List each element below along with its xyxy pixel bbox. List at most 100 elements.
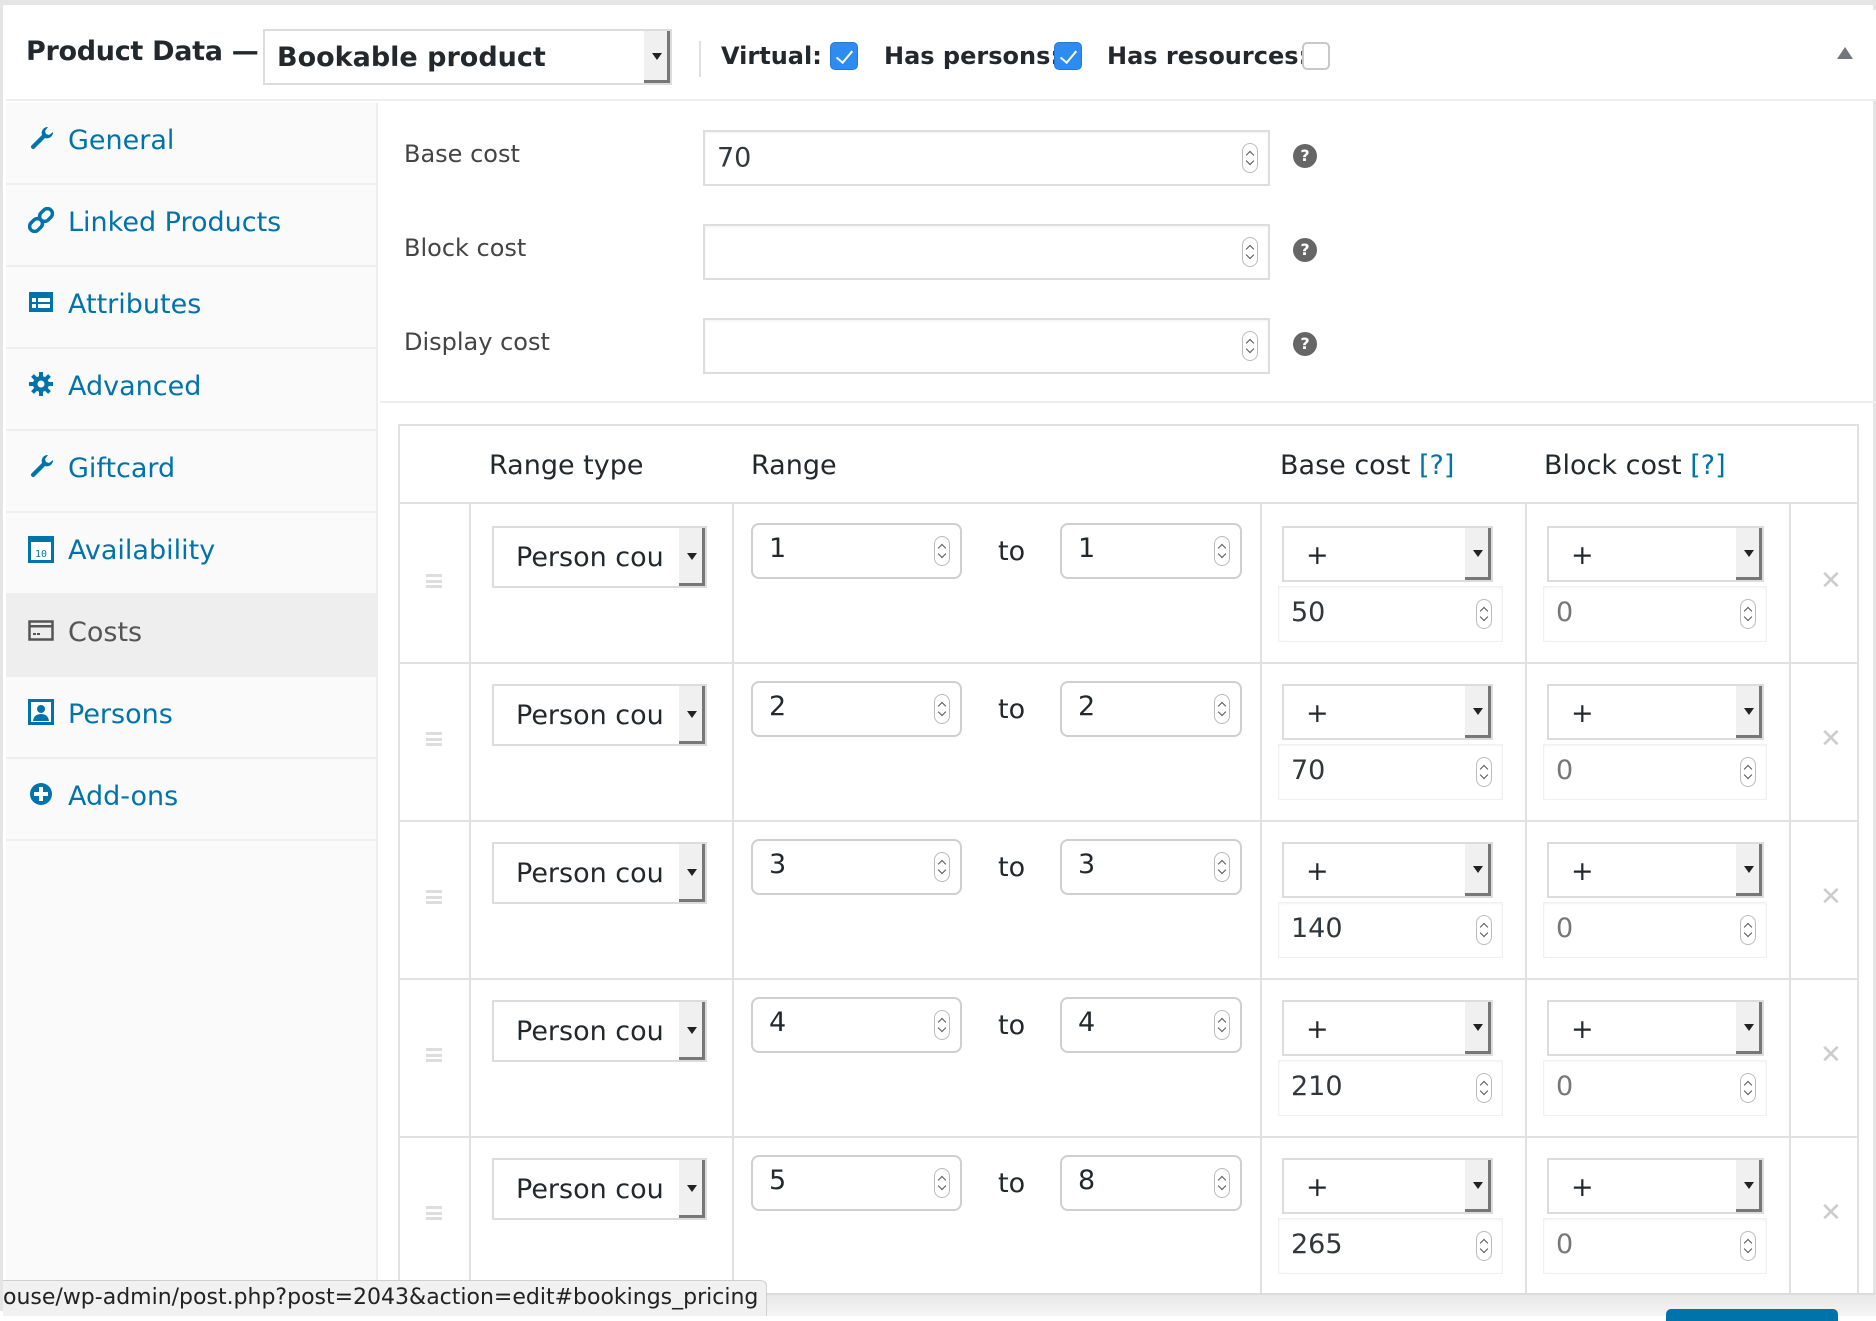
number-spinner[interactable] [1476, 757, 1492, 787]
number-spinner[interactable] [1740, 757, 1756, 787]
collapse-toggle-icon[interactable] [1837, 47, 1853, 59]
drag-handle-icon[interactable] [426, 890, 442, 904]
row-base-cost-input[interactable]: 70 [1278, 744, 1503, 800]
block-cost-modifier-select[interactable]: + [1547, 1000, 1764, 1056]
row-base-cost-input[interactable]: 210 [1278, 1060, 1503, 1116]
drag-handle-icon[interactable] [426, 732, 442, 746]
sidebar-item-availability[interactable]: 10 Availability [6, 513, 378, 595]
block-cost-modifier-select[interactable]: + [1547, 526, 1764, 582]
number-spinner[interactable] [1214, 1168, 1230, 1198]
header-block-cost-label: Block cost [1544, 450, 1682, 481]
block-cost-help-link[interactable]: [?] [1690, 450, 1725, 481]
range-to-value: 4 [1078, 1007, 1096, 1038]
range-to-input[interactable]: 1 [1060, 523, 1242, 579]
range-type-select[interactable]: Person cou [492, 526, 707, 588]
sidebar-item-label: Giftcard [68, 453, 176, 484]
sidebar-item-linked-products[interactable]: Linked Products [6, 185, 378, 267]
range-type-select[interactable]: Person cou [492, 842, 707, 904]
row-base-cost-input[interactable]: 265 [1278, 1218, 1503, 1274]
delete-row-icon[interactable]: ✕ [1820, 566, 1842, 596]
number-spinner[interactable] [1476, 1231, 1492, 1261]
delete-row-icon[interactable]: ✕ [1820, 882, 1842, 912]
number-spinner[interactable] [934, 694, 950, 724]
number-spinner[interactable] [1740, 1073, 1756, 1103]
help-icon[interactable]: ? [1293, 238, 1317, 262]
virtual-checkbox[interactable] [830, 42, 858, 70]
range-to-label: to [998, 852, 1026, 883]
sidebar-item-label: Advanced [68, 371, 202, 402]
block-cost-modifier-select[interactable]: + [1547, 684, 1764, 740]
row-block-cost-input[interactable]: 0 [1543, 1060, 1767, 1116]
number-spinner[interactable] [1476, 1073, 1492, 1103]
number-spinner[interactable] [934, 1168, 950, 1198]
row-block-cost-input[interactable]: 0 [1543, 1218, 1767, 1274]
range-to-input[interactable]: 2 [1060, 681, 1242, 737]
number-spinner[interactable] [934, 536, 950, 566]
base-cost-modifier-select[interactable]: + [1282, 1158, 1493, 1214]
base-cost-modifier-select[interactable]: + [1282, 1000, 1493, 1056]
base-cost-modifier-select[interactable]: + [1282, 526, 1493, 582]
drag-handle-icon[interactable] [426, 1206, 442, 1220]
row-block-cost-input[interactable]: 0 [1543, 586, 1767, 642]
sidebar-item-advanced[interactable]: Advanced [6, 349, 378, 431]
chevron-down-icon [1736, 1002, 1762, 1054]
sidebar-item-attributes[interactable]: Attributes [6, 267, 378, 349]
sidebar-item-add-ons[interactable]: Add-ons [6, 759, 378, 841]
range-type-select[interactable]: Person cou [492, 1000, 707, 1062]
base-cost-modifier-select[interactable]: + [1282, 842, 1493, 898]
number-spinner[interactable] [1214, 694, 1230, 724]
number-spinner[interactable] [1740, 599, 1756, 629]
product-type-select[interactable]: Bookable product [263, 29, 672, 85]
section-divider [380, 401, 1876, 403]
row-base-cost-input[interactable]: 50 [1278, 586, 1503, 642]
delete-row-icon[interactable]: ✕ [1820, 1040, 1842, 1070]
number-spinner[interactable] [1242, 143, 1258, 173]
number-spinner[interactable] [1242, 237, 1258, 267]
has-resources-checkbox[interactable] [1302, 42, 1330, 70]
range-to-input[interactable]: 3 [1060, 839, 1242, 895]
range-from-input[interactable]: 3 [751, 839, 962, 895]
delete-row-icon[interactable]: ✕ [1820, 724, 1842, 754]
range-to-label: to [998, 1168, 1026, 1199]
display-cost-input[interactable] [703, 318, 1270, 374]
help-icon[interactable]: ? [1293, 144, 1317, 168]
base-cost-value: 70 [717, 142, 752, 174]
range-type-select[interactable]: Person cou [492, 1158, 707, 1220]
number-spinner[interactable] [1214, 536, 1230, 566]
range-from-input[interactable]: 4 [751, 997, 962, 1053]
range-from-input[interactable]: 2 [751, 681, 962, 737]
help-icon[interactable]: ? [1293, 332, 1317, 356]
range-from-input[interactable]: 1 [751, 523, 962, 579]
drag-handle-icon[interactable] [426, 574, 442, 588]
row-block-cost-input[interactable]: 0 [1543, 902, 1767, 958]
base-cost-modifier-select[interactable]: + [1282, 684, 1493, 740]
number-spinner[interactable] [1740, 1231, 1756, 1261]
number-spinner[interactable] [1242, 331, 1258, 361]
number-spinner[interactable] [1476, 915, 1492, 945]
range-to-input[interactable]: 8 [1060, 1155, 1242, 1211]
row-base-cost-input[interactable]: 140 [1278, 902, 1503, 958]
block-cost-modifier-select[interactable]: + [1547, 842, 1764, 898]
number-spinner[interactable] [934, 1010, 950, 1040]
delete-row-icon[interactable]: ✕ [1820, 1198, 1842, 1228]
base-cost-help-link[interactable]: [?] [1419, 450, 1454, 481]
range-to-input[interactable]: 4 [1060, 997, 1242, 1053]
base-cost-input[interactable]: 70 [703, 130, 1270, 186]
number-spinner[interactable] [1476, 599, 1492, 629]
number-spinner[interactable] [1214, 1010, 1230, 1040]
number-spinner[interactable] [934, 852, 950, 882]
row-block-cost-input[interactable]: 0 [1543, 744, 1767, 800]
block-cost-modifier-select[interactable]: + [1547, 1158, 1764, 1214]
number-spinner[interactable] [1740, 915, 1756, 945]
sidebar-item-giftcard[interactable]: Giftcard [6, 431, 378, 513]
sidebar-item-costs[interactable]: Costs [6, 595, 378, 677]
block-cost-input[interactable] [703, 224, 1270, 280]
has-persons-checkbox[interactable] [1054, 42, 1082, 70]
sidebar-item-persons[interactable]: Persons [6, 677, 378, 759]
range-type-select[interactable]: Person cou [492, 684, 707, 746]
drag-handle-icon[interactable] [426, 1048, 442, 1062]
range-from-input[interactable]: 5 [751, 1155, 962, 1211]
row-base-cost-value: 70 [1291, 755, 1326, 786]
sidebar-item-general[interactable]: General [6, 103, 378, 185]
number-spinner[interactable] [1214, 852, 1230, 882]
